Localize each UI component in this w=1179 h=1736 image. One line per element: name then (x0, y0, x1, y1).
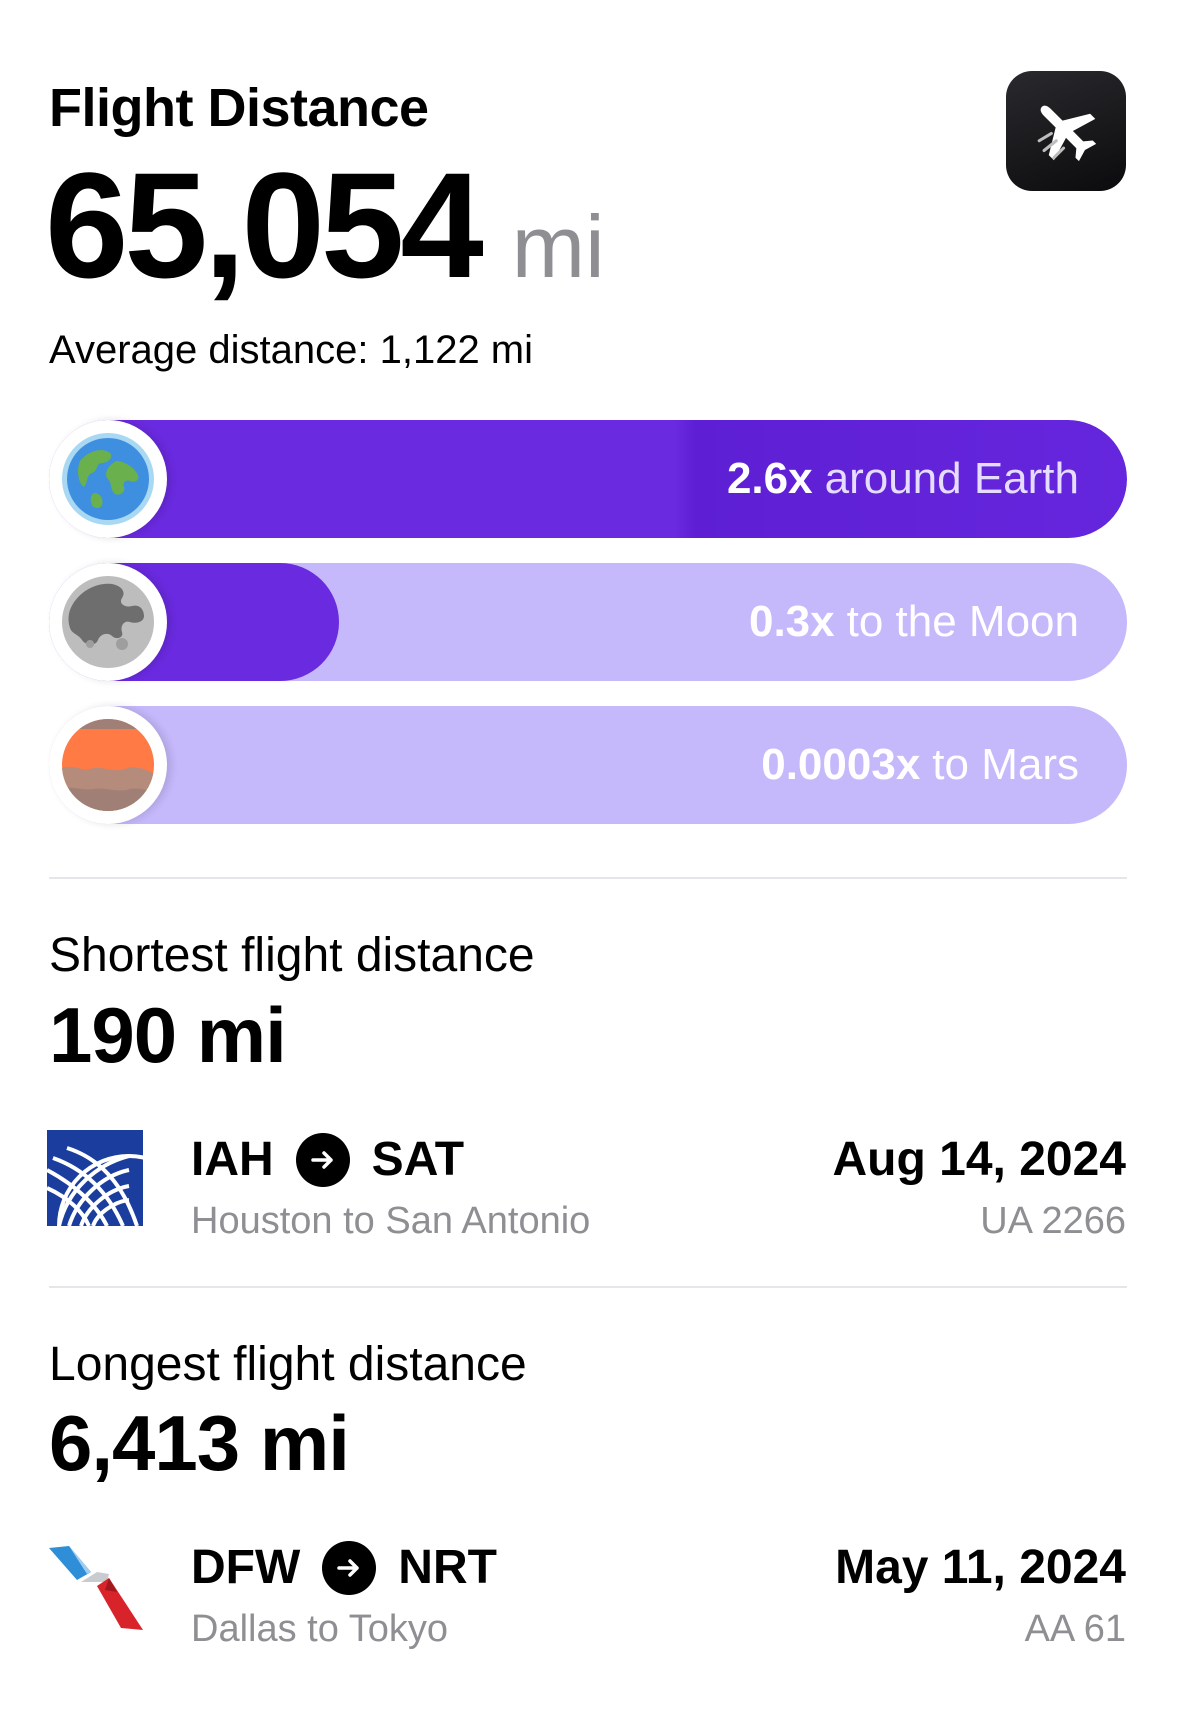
moon-icon-wrap (49, 563, 167, 681)
longest-origin: DFW (191, 1541, 301, 1594)
divider (49, 877, 1127, 879)
earth-comparison-bar: 2.6x around Earth (49, 420, 1127, 538)
mars-comparison-bar: 0.0003x to Mars (49, 706, 1127, 824)
united-airlines-logo (47, 1130, 143, 1226)
earth-icon (62, 433, 154, 525)
longest-route: DFW NRT (191, 1538, 497, 1598)
longest-flight-number: AA 61 (1024, 1608, 1126, 1650)
arrow-right-icon (295, 1133, 350, 1187)
mars-label: to Mars (932, 740, 1079, 789)
average-distance: Average distance: 1,122 mi (49, 328, 534, 372)
shortest-date: Aug 14, 2024 (832, 1133, 1126, 1186)
total-distance: 65,054 mi (45, 150, 605, 300)
shortest-label: Shortest flight distance (49, 929, 535, 982)
moon-icon (62, 576, 154, 668)
longest-label: Longest flight distance (49, 1338, 527, 1391)
earth-multiplier: 2.6x (726, 454, 813, 503)
moon-comparison-bar: 0.3x to the Moon (49, 563, 1127, 681)
earth-label: around Earth (824, 454, 1079, 503)
shortest-origin: IAH (191, 1133, 274, 1186)
shortest-route: IAH SAT (191, 1130, 464, 1190)
moon-multiplier: 0.3x (748, 597, 835, 646)
longest-date: May 11, 2024 (835, 1541, 1126, 1594)
mars-icon-wrap (49, 706, 167, 824)
arrow-right-icon (322, 1541, 377, 1595)
mars-multiplier: 0.0003x (761, 740, 921, 789)
moon-label: to the Moon (846, 597, 1079, 646)
earth-icon-wrap (49, 420, 167, 538)
shortest-value: 190 mi (49, 991, 287, 1079)
airplane-icon (1037, 105, 1097, 162)
total-distance-unit: mi (511, 197, 605, 296)
shortest-flight-number: UA 2266 (980, 1200, 1126, 1242)
page-title: Flight Distance (49, 78, 429, 138)
total-distance-value: 65,054 (45, 141, 484, 309)
divider (49, 1286, 1127, 1288)
shortest-cities: Houston to San Antonio (191, 1200, 591, 1242)
mars-icon (62, 719, 154, 811)
shortest-destination: SAT (371, 1133, 465, 1186)
longest-cities: Dallas to Tokyo (191, 1608, 448, 1650)
longest-value: 6,413 mi (49, 1399, 350, 1487)
app-icon[interactable] (1006, 71, 1126, 191)
american-airlines-logo (47, 1538, 143, 1634)
longest-destination: NRT (398, 1541, 497, 1594)
